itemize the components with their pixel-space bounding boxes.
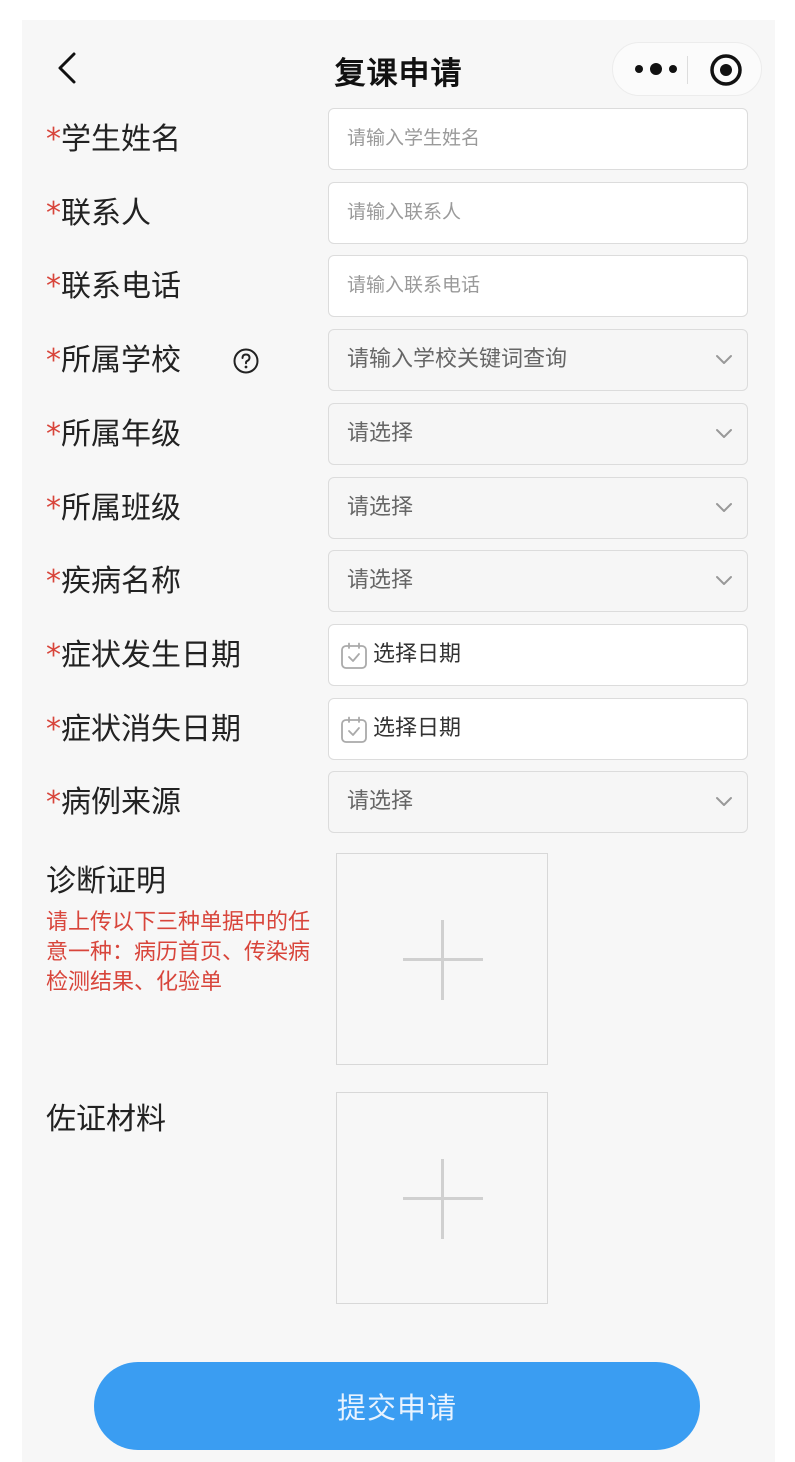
field-label: *症状发生日期 [46,638,241,673]
form-screen: 复课申请 *学生姓名 *联系人 *联系电话 *所属学校 [22,20,775,1462]
mini-program-capsule [612,42,762,96]
chevron-down-icon [716,576,732,585]
chevron-down-icon [716,429,732,438]
supporting-material-label: 佐证材料 [46,1102,166,1137]
form-row-symptom-end-date: *症状消失日期 选择日期 [22,698,775,762]
contact-input[interactable] [329,183,727,241]
diagnosis-upload-box[interactable] [336,853,548,1065]
school-select[interactable]: 请输入学校关键词查询 [328,329,748,391]
form-row-case-source: *病例来源 请选择 [22,771,775,835]
field-label: *学生姓名 [46,122,181,157]
field-label: *症状消失日期 [46,712,241,747]
class-select[interactable]: 请选择 [328,477,748,539]
form-row-contact: *联系人 [22,182,775,246]
symptom-start-date-picker[interactable]: 选择日期 [328,624,748,686]
navbar: 复课申请 [22,20,775,116]
symptom-end-date-picker[interactable]: 选择日期 [328,698,748,760]
form-row-disease: *疾病名称 请选择 [22,550,775,614]
grade-select[interactable]: 请选择 [328,403,748,465]
case-source-select[interactable]: 请选择 [328,771,748,833]
calendar-icon [341,642,367,669]
diagnosis-upload-hint: 请上传以下三种单据中的任意一种：病历首页、传染病检测结果、化验单 [46,910,311,995]
student-name-input[interactable] [329,109,727,167]
field-label: *联系电话 [46,269,181,304]
field-label: *所属学校 [46,343,181,378]
chevron-down-icon [716,797,732,806]
field-label: *病例来源 [46,785,181,820]
submit-button[interactable]: 提交申请 [94,1362,700,1450]
phone-input[interactable] [329,256,727,314]
capsule-divider [687,56,688,84]
question-circle-icon[interactable] [232,347,260,375]
form-row-symptom-start-date: *症状发生日期 选择日期 [22,624,775,688]
form-row-phone: *联系电话 [22,255,775,319]
field-label: *所属年级 [46,417,181,452]
field-label: *疾病名称 [46,564,181,599]
field-label: *所属班级 [46,491,181,526]
form-row-student-name: *学生姓名 [22,108,775,172]
form-row-school: *所属学校 请输入学校关键词查询 [22,329,775,393]
field-label: *联系人 [46,196,151,231]
target-circle-icon[interactable] [709,53,743,87]
diagnosis-proof-label: 诊断证明 [46,864,166,899]
more-dots-icon[interactable] [629,53,685,85]
chevron-down-icon [716,355,732,364]
form-row-grade: *所属年级 请选择 [22,403,775,467]
form-row-class: *所属班级 请选择 [22,477,775,541]
chevron-down-icon [716,503,732,512]
calendar-icon [341,716,367,743]
supporting-material-upload-box[interactable] [336,1092,548,1304]
disease-select[interactable]: 请选择 [328,550,748,612]
